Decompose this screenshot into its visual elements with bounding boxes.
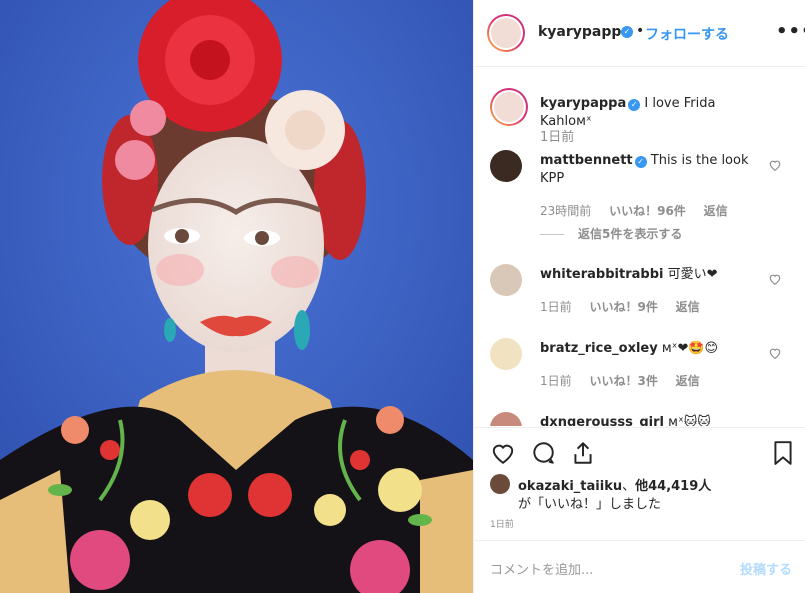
view-replies-button[interactable]: 返信5件を表示する [540, 225, 682, 242]
commenter-avatar[interactable] [490, 264, 522, 296]
comment-time: 1日前 [540, 374, 572, 388]
likes-line-1: okazaki_taiiku、他44,419人 [518, 475, 711, 494]
add-comment-bar: コメントを追加... 投稿する [474, 540, 805, 593]
likes-separator: 、 [622, 479, 636, 494]
like-comment-heart-icon[interactable] [768, 272, 782, 286]
comment-meta: 23時間前 いいね！96件 返信 [540, 202, 742, 219]
comment-author[interactable]: mattbennett [540, 153, 633, 168]
comment-bubble-icon[interactable] [530, 440, 556, 466]
comment-text-line: whiterabbitrabbi 可愛い❤ [540, 266, 760, 284]
follow-button[interactable]: フォローする [645, 24, 729, 44]
reply-button[interactable]: 返信 [704, 204, 728, 218]
reply-button[interactable]: 返信 [676, 300, 700, 314]
like-heart-icon[interactable] [490, 440, 516, 466]
post-header: kyarypappa ✓ • フォローする ••• [474, 0, 805, 67]
liker-avatar[interactable] [490, 474, 510, 494]
comment-text: ᴍˣ🐱🐱 [668, 415, 711, 426]
author-avatar[interactable] [487, 14, 525, 52]
likes-suffix: が「いいね！」しました [518, 497, 662, 512]
comment-text: 可愛い❤ [667, 267, 718, 282]
author-username[interactable]: kyarypappa [538, 24, 631, 40]
comment-text-line: bratz_rice_oxley ᴍˣ❤🤩😊 [540, 340, 760, 358]
commenter-avatar[interactable] [490, 150, 522, 182]
comment-author[interactable]: bratz_rice_oxley [540, 341, 658, 356]
like-comment-heart-icon[interactable] [768, 158, 782, 172]
comment-text-line: mattbennett ✓ This is the look KPP [540, 152, 760, 188]
comment-meta: 1日前 いいね！3件 返信 [540, 372, 714, 389]
post-timestamp: 1日前 [490, 520, 514, 530]
comment-meta: 1日前 いいね！9件 返信 [540, 298, 714, 315]
caption-time: 1日前 [540, 130, 575, 145]
post-photo[interactable] [0, 0, 473, 593]
caption-avatar[interactable] [490, 88, 528, 126]
more-options-icon[interactable]: ••• [776, 21, 805, 42]
comment-text-line: dxngerousss_girl ᴍˣ🐱🐱 [540, 414, 760, 426]
comment-text: ᴍˣ❤🤩😊 [661, 341, 719, 356]
comment-likes[interactable]: いいね！9件 [589, 300, 657, 314]
caption-author[interactable]: kyarypappa [540, 96, 626, 111]
view-replies-label: 返信5件を表示する [578, 227, 683, 241]
post-side-panel: kyarypappa ✓ • フォローする ••• kyarypappa✓ I … [473, 0, 805, 593]
comment-author[interactable]: whiterabbitrabbi [540, 267, 663, 282]
comment-likes[interactable]: いいね！96件 [609, 204, 686, 218]
verified-badge-icon: ✓ [628, 99, 641, 111]
liker-username[interactable]: okazaki_taiiku [518, 479, 622, 494]
comment-author[interactable]: dxngerousss_girl [540, 415, 664, 426]
verified-badge-icon: ✓ [634, 156, 647, 168]
comments-list[interactable]: kyarypappa ✓ I love Frida Kahloᴍˣ 1日前 mat… [474, 68, 805, 426]
like-comment-heart-icon[interactable] [768, 346, 782, 360]
commenter-avatar[interactable] [490, 338, 522, 370]
likes-others[interactable]: 他44,419人 [635, 479, 711, 494]
reply-button[interactable]: 返信 [676, 374, 700, 388]
post-actions: okazaki_taiiku、他44,419人 が「いいね！」しました 1日前 [474, 427, 805, 530]
post-comment-button[interactable]: 投稿する [740, 559, 792, 578]
header-separator: • [636, 23, 645, 39]
verified-badge-icon: ✓ [621, 26, 633, 38]
commenter-avatar[interactable] [490, 412, 522, 426]
comment-input[interactable]: コメントを追加... [490, 559, 593, 578]
save-bookmark-icon[interactable] [770, 440, 796, 466]
comment-time: 23時間前 [540, 204, 592, 218]
photo-illustration [0, 0, 473, 593]
comment-time: 1日前 [540, 300, 572, 314]
replies-divider [540, 234, 564, 235]
share-icon[interactable] [570, 440, 596, 466]
comment-likes[interactable]: いいね！3件 [589, 374, 657, 388]
